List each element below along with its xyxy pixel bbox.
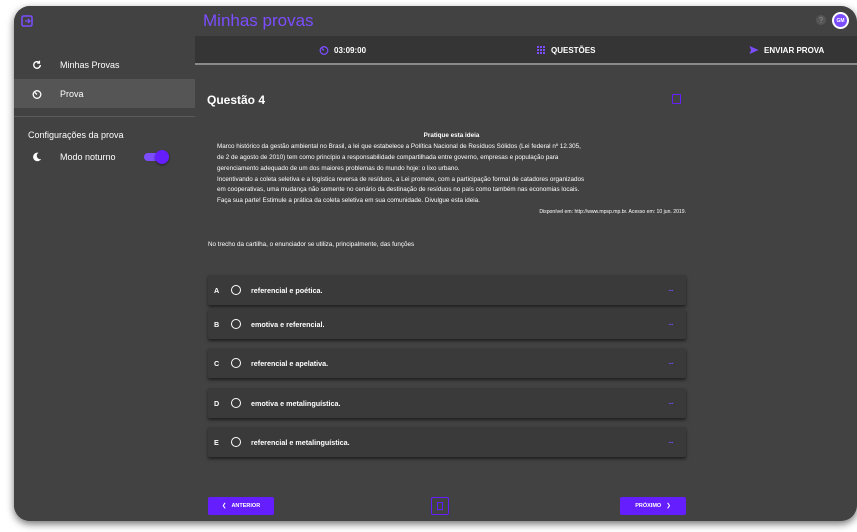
timer-icon xyxy=(32,89,42,99)
sidebar-divider xyxy=(14,116,195,117)
timer-icon xyxy=(319,45,329,55)
submit-exam-button[interactable]: ENVIAR PROVA xyxy=(749,45,824,55)
send-icon xyxy=(749,45,759,55)
sidebar-item-minhas-provas[interactable]: Minhas Provas xyxy=(14,50,195,79)
question-prompt: No trecho da cartilha, o enunciador se u… xyxy=(208,241,415,248)
next-button[interactable]: PRÓXIMO ❯ xyxy=(620,497,686,515)
option-text: emotiva e metalinguística. xyxy=(251,398,341,408)
option-d[interactable]: D emotiva e metalinguística. ... xyxy=(208,388,686,418)
sidebar-item-label: Prova xyxy=(60,88,84,99)
bookmark-button[interactable] xyxy=(431,497,449,515)
option-letter: D xyxy=(214,398,220,408)
text-line: de 2 de agosto de 2010) tem como princíp… xyxy=(217,154,559,162)
text-heading: Pratique esta ideia xyxy=(423,132,480,139)
previous-label: ANTERIOR xyxy=(231,503,261,509)
question-panel: Questão 4 Pratique esta ideia Marco hist… xyxy=(195,67,857,521)
moon-icon xyxy=(32,152,42,162)
exam-toolbar: 03:09:00 QUESTÕES ENVIAR PROVA xyxy=(195,36,857,65)
sidebar-item-label: Minhas Provas xyxy=(60,59,120,70)
avatar[interactable]: GM xyxy=(832,12,849,29)
radio-button[interactable] xyxy=(231,319,241,329)
more-icon[interactable]: ... xyxy=(669,438,674,445)
option-letter: B xyxy=(214,319,220,329)
more-icon[interactable]: ... xyxy=(669,399,674,406)
text-line: Marco histórico da gestão ambiental no B… xyxy=(217,143,581,151)
sidebar: Minhas Provas Prova Configurações da pro… xyxy=(14,6,195,521)
text-line: gerenciamento adequado de um dos maiores… xyxy=(217,164,460,172)
bookmark-icon[interactable] xyxy=(672,94,681,104)
more-icon[interactable]: ... xyxy=(669,359,674,366)
previous-button[interactable]: ❮ ANTERIOR xyxy=(208,497,274,515)
questions-label: QUESTÕES xyxy=(551,45,596,55)
chevron-right-icon: ❯ xyxy=(666,503,671,509)
settings-section-title: Configurações da prova xyxy=(28,130,124,140)
option-text: referencial e poética. xyxy=(251,285,323,295)
more-icon[interactable]: ... xyxy=(669,286,674,293)
option-letter: C xyxy=(214,358,220,368)
header: Minhas provas GM xyxy=(195,6,857,36)
option-text: emotiva e referencial. xyxy=(251,319,325,329)
radio-button[interactable] xyxy=(231,398,241,408)
sidebar-top xyxy=(14,6,195,36)
option-e[interactable]: E referencial e metalinguística. ... xyxy=(208,427,686,457)
text-line: em cooperativas, uma mudança não somente… xyxy=(217,186,580,194)
chevron-left-icon: ❮ xyxy=(221,503,227,509)
radio-button[interactable] xyxy=(231,358,241,368)
option-c[interactable]: C referencial e apelativa. ... xyxy=(208,348,686,378)
toggle-knob xyxy=(155,150,169,164)
text-line: Faça sua parte! Estimule a prática da co… xyxy=(217,197,480,205)
text-source: Disponível em: http://www.mpsp.mp.br. Ac… xyxy=(539,209,686,216)
submit-label: ENVIAR PROVA xyxy=(764,45,825,55)
night-mode-toggle[interactable] xyxy=(144,150,169,164)
next-label: PRÓXIMO xyxy=(635,503,662,509)
timer-display: 03:09:00 xyxy=(319,45,366,55)
grid-icon xyxy=(536,45,546,55)
timer-value: 03:09:00 xyxy=(334,45,367,55)
page-title: Minhas provas xyxy=(203,11,314,30)
text-line: Incentivando a coleta seletiva e a logís… xyxy=(217,175,585,183)
option-letter: A xyxy=(214,285,220,295)
option-b[interactable]: B emotiva e referencial. ... xyxy=(208,309,686,339)
option-letter: E xyxy=(214,437,219,447)
questions-button[interactable]: QUESTÕES xyxy=(536,45,595,55)
radio-button[interactable] xyxy=(231,285,241,295)
question-title: Questão 4 xyxy=(207,93,266,107)
bookmark-icon xyxy=(437,502,443,510)
avatar-initials: GM xyxy=(834,14,847,27)
exit-icon[interactable] xyxy=(20,14,34,28)
night-mode-label: Modo noturno xyxy=(60,152,116,162)
sidebar-item-prova[interactable]: Prova xyxy=(14,79,195,108)
option-a[interactable]: A referencial e poética. ... xyxy=(208,275,686,305)
night-mode-row: Modo noturno xyxy=(14,143,195,171)
help-icon[interactable] xyxy=(815,14,827,26)
option-text: referencial e metalinguística. xyxy=(251,437,350,447)
app-window: Minhas Provas Prova Configurações da pro… xyxy=(14,6,857,521)
refresh-icon xyxy=(32,60,42,70)
radio-button[interactable] xyxy=(231,437,241,447)
question-text: Pratique esta ideia Marco histórico da g… xyxy=(217,131,686,218)
option-text: referencial e apelativa. xyxy=(251,358,329,368)
more-icon[interactable]: ... xyxy=(669,320,674,327)
